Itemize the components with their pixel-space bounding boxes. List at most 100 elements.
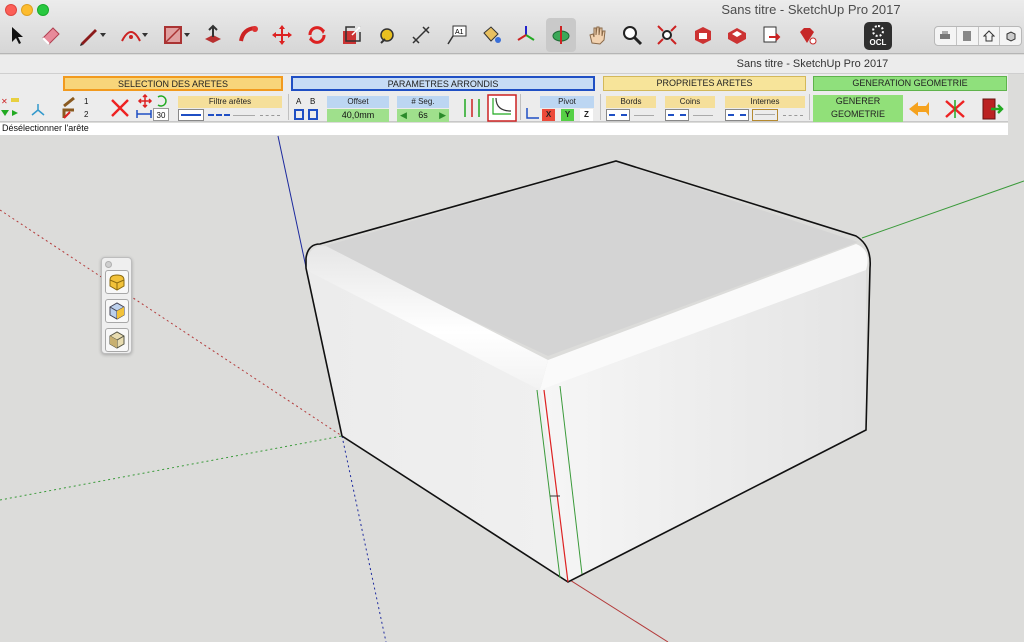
push-pull-icon [205,24,221,43]
clear-selection-button[interactable] [108,96,134,120]
sketchup-window: Sans titre - SketchUp Pro 2017 A1 OCL Sa… [0,0,1024,642]
blue-axis-hidden [341,435,387,642]
arrow-left-icon [909,102,929,116]
home-icon [982,30,995,42]
zoom-extents-tool-button[interactable] [652,18,682,52]
print-view-button[interactable] [935,27,957,45]
dimension-tool-button[interactable] [406,18,436,52]
move-tool-button[interactable] [267,18,297,52]
edge-count-icon[interactable] [62,96,76,121]
section-plane-tool-button[interactable] [546,18,576,52]
generate-line-2: GEOMETRIE [830,109,885,119]
zoom-window-button[interactable] [37,4,49,16]
angle-input[interactable]: 30 [153,108,169,121]
coins-label: Coins [665,96,715,108]
sharp-corner-button[interactable] [105,299,129,323]
arc-tool-button[interactable] [116,18,148,52]
view-buttons-group [934,26,1022,46]
cancel-generate-button[interactable] [943,98,967,120]
gear-icon [872,25,884,37]
ocl-label: OCL [869,38,887,47]
bevel-corner-icon [109,331,125,349]
push-pull-tool-button[interactable] [198,18,228,52]
move-selection-button[interactable] [135,94,155,108]
select-tool-button[interactable] [2,18,32,52]
rotate-tool-button[interactable] [302,18,332,52]
segments-decrease-icon[interactable]: ◀ [400,109,407,122]
b-label: B [310,97,316,106]
book-icon [963,31,972,41]
segments-increase-icon[interactable]: ▶ [439,109,446,122]
book-view-button[interactable] [957,27,979,45]
bords-label: Bords [606,96,656,108]
pan-icon [589,26,606,45]
round-corner-button[interactable] [105,270,129,294]
pan-tool-button[interactable] [582,18,612,52]
edge-mode-controls[interactable]: ✕ [0,96,60,122]
ruby-console-button[interactable] [792,18,822,52]
rounded-box-model[interactable] [305,160,872,583]
filter-edges-label: Filtre arêtes [178,96,282,108]
segments-input[interactable]: ◀ 6s ▶ [397,109,449,122]
print-icon [940,31,951,39]
axes-tool-button[interactable] [511,18,541,52]
extension-warehouse-icon [728,28,746,44]
a-mode-button[interactable] [294,109,304,120]
bords-soft-button[interactable] [634,115,654,116]
iso-view-button[interactable] [1000,27,1021,45]
internes-style-button[interactable] [725,109,749,121]
tape-measure-tool-button[interactable] [372,18,402,52]
count-2-label: 2 [84,110,89,119]
segments-value: 6s [418,110,428,120]
minimize-window-button[interactable] [21,4,33,16]
count-1-label: 1 [84,97,89,106]
coins-style-button[interactable] [665,109,689,121]
b-mode-button[interactable] [308,109,318,120]
internes-label: Internes [725,96,805,108]
paint-bucket-tool-button[interactable] [476,18,506,52]
filter-thin-button[interactable] [233,115,255,116]
undo-generate-button[interactable] [906,98,932,120]
exit-tool-button[interactable] [979,96,1005,122]
pivot-label: Pivot [540,96,594,108]
generate-geometry-button[interactable]: GENERER GEOMETRIE [813,95,903,122]
scale-tool-button[interactable] [337,18,367,52]
pencil-tool-button[interactable] [74,18,106,52]
text-tool-button[interactable]: A1 [442,18,472,52]
internes-hidden-button[interactable] [783,115,803,116]
internes-soft-button[interactable] [752,109,778,121]
bevel-corner-button[interactable] [105,328,129,352]
scale-icon [343,26,361,44]
rectangle-tool-button[interactable] [158,18,190,52]
pivot-y-button[interactable]: Y [561,109,574,121]
ruby-icon [800,28,817,45]
filter-solid-button[interactable] [178,109,204,121]
pivot-z-button[interactable]: Z [580,109,593,121]
section-selection-header: SELECTION DES ARETES [63,76,283,91]
palette-title-bar: Sans titre - SketchUp Pro 2017 [0,55,1024,74]
close-window-button[interactable] [5,4,17,16]
3d-warehouse-button[interactable] [688,18,718,52]
palette-close-button[interactable] [105,261,112,268]
tape-measure-icon [380,28,394,44]
home-view-button[interactable] [979,27,1001,45]
ocl-button[interactable]: OCL [864,22,892,50]
profile-lines-button[interactable] [460,96,484,120]
text-label-icon: A1 [447,25,467,45]
coins-soft-button[interactable] [693,115,713,116]
pivot-x-button[interactable]: X [542,109,555,121]
extension-warehouse-button[interactable] [722,18,752,52]
offset-input[interactable]: 40,0mm [327,109,389,122]
filter-hidden-button[interactable] [260,115,280,116]
rotate-selection-button[interactable] [155,95,167,107]
eraser-tool-button[interactable] [36,18,66,52]
round-corner-icon [109,274,125,291]
share-model-button[interactable] [756,18,786,52]
zoom-tool-button[interactable] [617,18,647,52]
select-icon [12,27,23,44]
profile-round-button[interactable] [487,94,517,122]
filter-dashed-button[interactable] [208,114,230,116]
zoom-extents-icon [657,25,677,45]
follow-me-tool-button[interactable] [234,18,264,52]
bords-style-button[interactable] [606,109,630,121]
